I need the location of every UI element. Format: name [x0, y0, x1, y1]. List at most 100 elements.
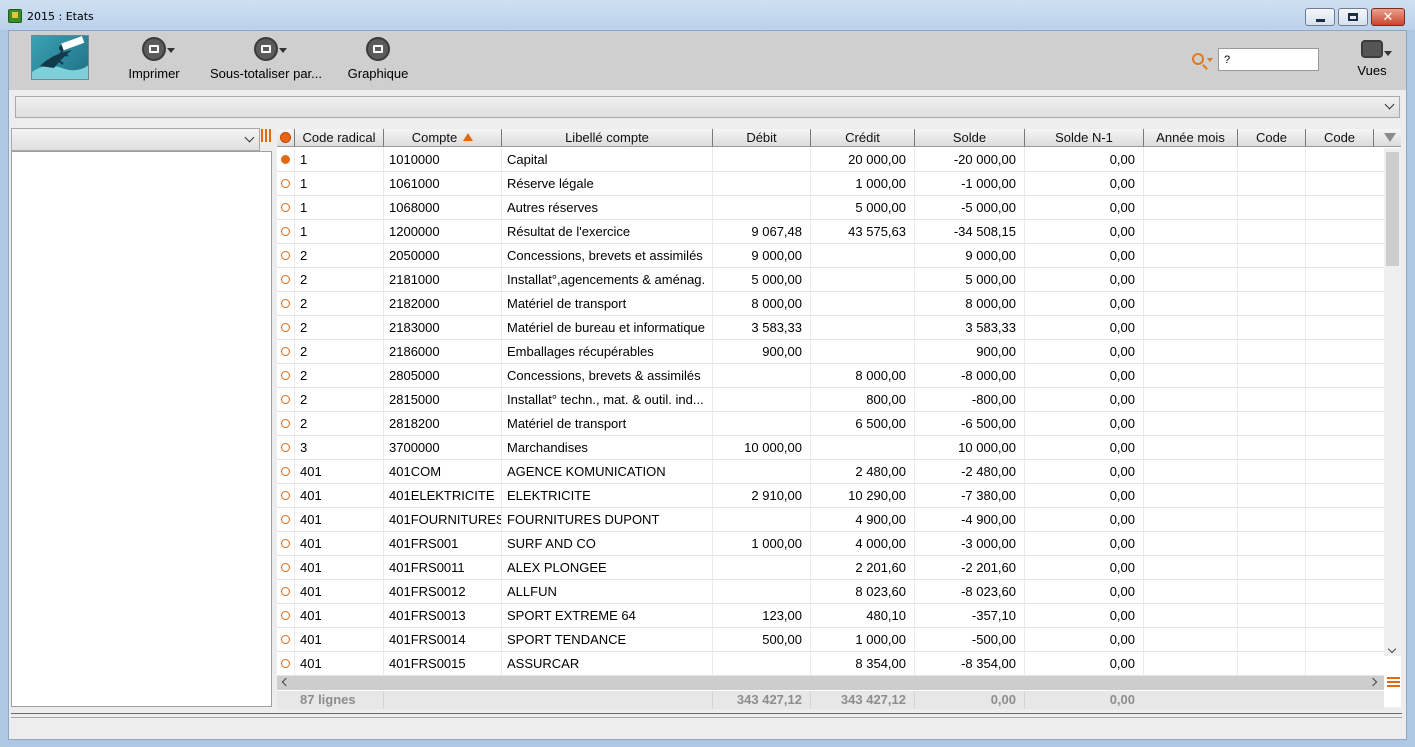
column-header-code-radical[interactable]: Code radical: [294, 129, 383, 147]
views-button[interactable]: Vues: [1347, 37, 1397, 85]
table-row[interactable]: 401 401FRS0015 ASSURCAR 8 354,00 -8 354,00 0,…: [277, 652, 1384, 676]
row-marker-icon[interactable]: [281, 491, 290, 500]
vertical-scrollbar[interactable]: [1384, 148, 1401, 656]
cell-code: [1237, 268, 1305, 291]
table-row[interactable]: 1 1010000 Capital 20 000,00 -20 000,00 0,00: [277, 148, 1384, 172]
subtotal-button[interactable]: Sous-totaliser par...: [207, 37, 325, 85]
search-icon[interactable]: [1192, 53, 1204, 65]
table-row[interactable]: 1 1200000 Résultat de l'exercice 9 067,48 43…: [277, 220, 1384, 244]
cell-annee-mois: [1143, 484, 1237, 507]
cell-code: [1237, 292, 1305, 315]
totals-row: 87 lignes 343 427,12 343 427,12 0,00 0,0…: [277, 691, 1384, 709]
columns-icon[interactable]: [261, 129, 272, 142]
row-marker-icon[interactable]: [281, 611, 290, 620]
cell-debit: 3 583,33: [712, 316, 810, 339]
row-marker-icon[interactable]: [281, 371, 290, 380]
table-row[interactable]: 3 3700000 Marchandises 10 000,00 10 000,00 0,…: [277, 436, 1384, 460]
column-header-credit[interactable]: Crédit: [810, 129, 914, 147]
column-header-debit[interactable]: Débit: [712, 129, 810, 147]
column-header-annee-mois[interactable]: Année mois: [1143, 129, 1237, 147]
column-header-code-2[interactable]: Code: [1305, 129, 1373, 147]
row-marker-icon[interactable]: [281, 515, 290, 524]
row-marker-icon[interactable]: [281, 635, 290, 644]
row-marker-icon[interactable]: [281, 659, 290, 668]
filter-selector[interactable]: [11, 128, 260, 151]
row-marker-icon[interactable]: [281, 251, 290, 260]
column-header-libelle[interactable]: Libellé compte: [501, 129, 712, 147]
row-marker-icon[interactable]: [281, 227, 290, 236]
row-marker-icon[interactable]: [281, 275, 290, 284]
table-row[interactable]: 401 401FRS0014 SPORT TENDANCE 500,00 1 000,0…: [277, 628, 1384, 652]
row-marker-icon[interactable]: [281, 203, 290, 212]
row-marker-icon[interactable]: [281, 299, 290, 308]
cell-solde: -34 508,15: [914, 220, 1024, 243]
table-row[interactable]: 2 2183000 Matériel de bureau et informatiq…: [277, 316, 1384, 340]
table-row[interactable]: 401 401FOURNITURES FOURNITURES DUPONT 4 900…: [277, 508, 1384, 532]
hamburger-menu-icon[interactable]: [1387, 677, 1400, 688]
surfer-logo-icon: [32, 36, 88, 79]
table-row[interactable]: 2 2181000 Installat°,agencements & aménag.…: [277, 268, 1384, 292]
row-marker-icon[interactable]: [281, 347, 290, 356]
table-row[interactable]: 2 2818200 Matériel de transport 6 500,00 -6 …: [277, 412, 1384, 436]
column-header-compte[interactable]: Compte: [383, 129, 501, 147]
close-button[interactable]: ✕: [1371, 8, 1405, 26]
cell-libelle: Installat° techn., mat. & outil. ind...: [501, 388, 712, 411]
print-label: Imprimer: [128, 66, 180, 81]
table-row[interactable]: 2 2050000 Concessions, brevets et assimilé…: [277, 244, 1384, 268]
table-row[interactable]: 401 401ELEKTRICITE ELEKTRICITE 2 910,00 10 2…: [277, 484, 1384, 508]
maximize-button[interactable]: [1338, 8, 1368, 26]
print-button[interactable]: Imprimer: [121, 37, 187, 85]
table-row[interactable]: 2 2182000 Matériel de transport 8 000,00 8 0…: [277, 292, 1384, 316]
row-marker-icon[interactable]: [281, 443, 290, 452]
table-row[interactable]: 2 2805000 Concessions, brevets & assimilés…: [277, 364, 1384, 388]
column-header-solde-n1[interactable]: Solde N-1: [1024, 129, 1143, 147]
cell-code-radical: 401: [294, 604, 383, 627]
row-marker-icon[interactable]: [281, 179, 290, 188]
horizontal-scrollbar[interactable]: [277, 676, 1384, 690]
column-menu-icon[interactable]: [1384, 133, 1396, 142]
table-row[interactable]: 1 1061000 Réserve légale 1 000,00 -1 000,00 0…: [277, 172, 1384, 196]
report-selector[interactable]: [15, 96, 1400, 118]
table-row[interactable]: 401 401FRS0012 ALLFUN 8 023,60 -8 023,60 0,00: [277, 580, 1384, 604]
cell-solde: -3 000,00: [914, 532, 1024, 555]
filter-list[interactable]: [11, 151, 272, 707]
scroll-thumb[interactable]: [1386, 152, 1399, 266]
chevron-down-icon[interactable]: [1207, 58, 1213, 62]
row-marker-icon[interactable]: [281, 587, 290, 596]
cell-code: [1237, 172, 1305, 195]
minimize-button[interactable]: [1305, 8, 1335, 26]
column-header-code[interactable]: Code: [1237, 129, 1305, 147]
record-marker-icon[interactable]: [280, 132, 291, 143]
column-header-solde[interactable]: Solde: [914, 129, 1024, 147]
cell-debit: 900,00: [712, 340, 810, 363]
cell-compte: 401ELEKTRICITE: [383, 484, 501, 507]
table-row[interactable]: 401 401COM AGENCE KOMUNICATION 2 480,00 -2 4…: [277, 460, 1384, 484]
scroll-right-icon[interactable]: [1368, 677, 1378, 687]
search-input[interactable]: [1218, 48, 1319, 71]
cell-code-2: [1305, 268, 1384, 291]
cell-solde-n1: 0,00: [1024, 556, 1143, 579]
table-row[interactable]: 401 401FRS0013 SPORT EXTREME 64 123,00 480,1…: [277, 604, 1384, 628]
row-marker-icon[interactable]: [281, 467, 290, 476]
row-marker-icon[interactable]: [281, 539, 290, 548]
cell-credit: [810, 436, 914, 459]
scroll-left-icon[interactable]: [281, 677, 291, 687]
cell-compte: 1200000: [383, 220, 501, 243]
table-row[interactable]: 2 2815000 Installat° techn., mat. & outil.…: [277, 388, 1384, 412]
row-marker-icon[interactable]: [281, 419, 290, 428]
table-row[interactable]: 2 2186000 Emballages récupérables 900,00 900…: [277, 340, 1384, 364]
chart-button[interactable]: Graphique: [345, 37, 411, 85]
cell-solde-n1: 0,00: [1024, 340, 1143, 363]
row-marker-icon[interactable]: [281, 323, 290, 332]
cell-compte: 1010000: [383, 148, 501, 171]
cell-compte: 2050000: [383, 244, 501, 267]
row-marker-icon[interactable]: [281, 155, 290, 164]
table-row[interactable]: 1 1068000 Autres réserves 5 000,00 -5 000,00…: [277, 196, 1384, 220]
table-row[interactable]: 401 401FRS0011 ALEX PLONGEE 2 201,60 -2 201,…: [277, 556, 1384, 580]
table-row[interactable]: 401 401FRS001 SURF AND CO 1 000,00 4 000,00-…: [277, 532, 1384, 556]
cell-code: [1237, 340, 1305, 363]
row-marker-icon[interactable]: [281, 395, 290, 404]
cell-code-2: [1305, 220, 1384, 243]
row-marker-icon[interactable]: [281, 563, 290, 572]
scroll-down-icon[interactable]: [1387, 644, 1397, 654]
